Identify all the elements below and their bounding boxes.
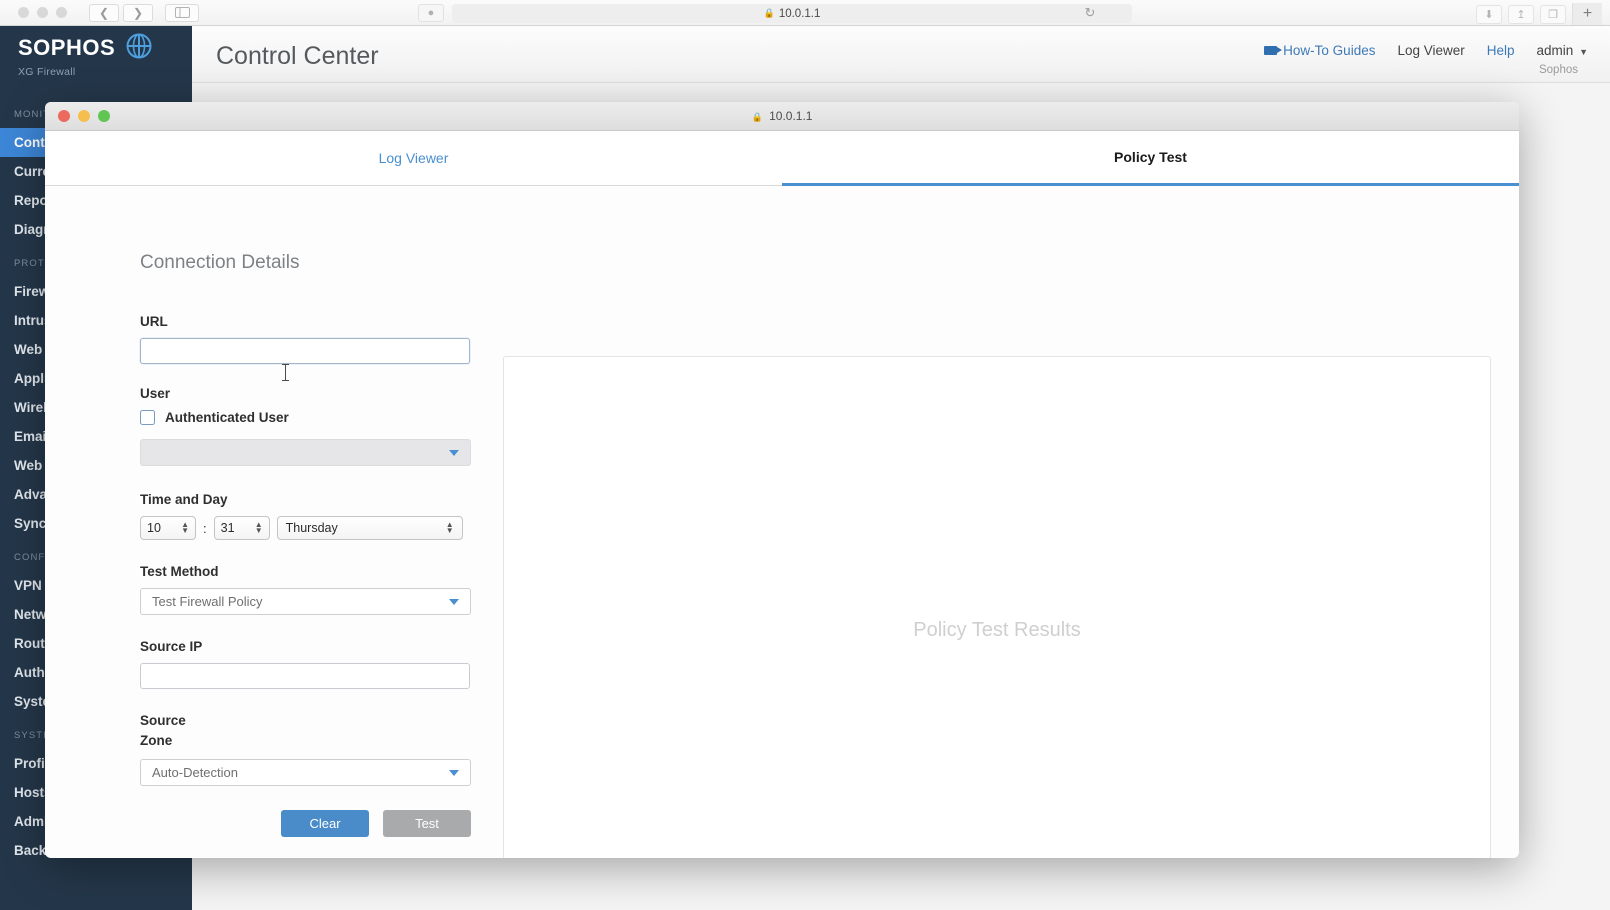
- minute-value: 31: [221, 521, 235, 535]
- browser-minimize-button[interactable]: [37, 7, 48, 18]
- admin-label: admin: [1537, 43, 1574, 58]
- source-ip-input[interactable]: [140, 663, 470, 689]
- download-icon[interactable]: ⬇: [1476, 5, 1502, 24]
- screen-root: ❮ ❯ ● 🔒 10.0.1.1 ↻ ⬇ ↥ ❐ + SOPHOS: [0, 0, 1610, 910]
- policy-test-results-panel: Policy Test Results: [503, 356, 1491, 858]
- authenticated-user-label: Authenticated User: [165, 410, 289, 425]
- day-select[interactable]: Thursday ▲▼: [277, 516, 463, 540]
- forward-button[interactable]: ❯: [123, 4, 153, 22]
- connection-details-form: URL User Authenticated User Time and Day: [140, 314, 475, 837]
- modal-titlebar: 🔒 10.0.1.1: [45, 102, 1519, 131]
- how-to-guides-link[interactable]: How-To Guides: [1264, 43, 1375, 58]
- how-to-guides-label: How-To Guides: [1283, 43, 1375, 58]
- modal-address: 🔒 10.0.1.1: [45, 109, 1519, 123]
- results-placeholder: Policy Test Results: [913, 619, 1080, 642]
- stepper-arrows-icon: ▲▼: [255, 523, 263, 534]
- app-topbar: SOPHOS XG Firewall Control Center: [0, 26, 1610, 83]
- log-viewer-link[interactable]: Log Viewer: [1397, 43, 1464, 58]
- top-navigation: How-To Guides Log Viewer Help admin ▼: [1264, 43, 1588, 58]
- page-title: Control Center: [216, 42, 379, 71]
- new-tab-button[interactable]: +: [1572, 3, 1602, 25]
- address-bar-url: 10.0.1.1: [779, 8, 821, 20]
- admin-menu[interactable]: admin ▼: [1537, 43, 1588, 58]
- browser-toolbar: ❮ ❯ ● 🔒 10.0.1.1 ↻ ⬇ ↥ ❐ +: [0, 0, 1610, 26]
- modal-body: Connection Details URL User Authenticate…: [45, 186, 1519, 857]
- authenticated-user-row[interactable]: Authenticated User: [140, 410, 475, 425]
- time-separator: :: [203, 521, 207, 536]
- brand-subtitle: XG Firewall: [18, 66, 192, 78]
- chevron-down-icon: [449, 599, 459, 605]
- browser-right-icons: ⬇ ↥ ❐ +: [1476, 3, 1602, 25]
- brand-logo: SOPHOS XG Firewall: [0, 26, 192, 83]
- authenticated-user-checkbox[interactable]: [140, 410, 155, 425]
- source-zone-select[interactable]: Auto-Detection: [140, 759, 471, 786]
- user-select[interactable]: [140, 439, 471, 466]
- browser-nav-buttons: ❮ ❯: [89, 4, 153, 22]
- browser-zoom-button[interactable]: [56, 7, 67, 18]
- modal-tabbar: Log Viewer Policy Test: [45, 131, 1519, 186]
- sidebar-toggle-icon[interactable]: [165, 4, 199, 22]
- test-method-select[interactable]: Test Firewall Policy: [140, 588, 471, 615]
- tab-overview-icon[interactable]: ❐: [1540, 5, 1566, 24]
- form-actions: Clear Test: [140, 810, 471, 837]
- share-icon[interactable]: ↥: [1508, 5, 1534, 24]
- hour-stepper[interactable]: 10 ▲▼: [140, 516, 196, 540]
- tab-log-viewer[interactable]: Log Viewer: [45, 131, 782, 186]
- clear-button[interactable]: Clear: [281, 810, 369, 837]
- url-input[interactable]: [140, 338, 470, 364]
- hour-value: 10: [147, 521, 161, 535]
- policy-test-window: 🔒 10.0.1.1 Log Viewer Policy Test Connec…: [45, 102, 1519, 858]
- source-zone-label: Source Zone: [140, 711, 475, 750]
- back-button[interactable]: ❮: [89, 4, 119, 22]
- source-zone-label-line2: Zone: [140, 731, 475, 751]
- text-cursor-icon: [285, 364, 286, 381]
- browser-close-button[interactable]: [18, 7, 29, 18]
- reload-icon[interactable]: ↻: [1080, 3, 1100, 23]
- source-zone-value: Auto-Detection: [152, 765, 238, 780]
- minute-stepper[interactable]: 31 ▲▼: [214, 516, 270, 540]
- chevron-down-icon: [449, 770, 459, 776]
- help-link[interactable]: Help: [1487, 43, 1515, 58]
- day-value: Thursday: [286, 521, 338, 535]
- source-ip-label: Source IP: [140, 639, 475, 654]
- shield-icon[interactable]: ●: [418, 4, 444, 22]
- time-and-day-label: Time and Day: [140, 492, 475, 507]
- chevron-down-icon: ▼: [1579, 47, 1588, 57]
- source-zone-label-line1: Source: [140, 711, 475, 731]
- org-label: Sophos: [1539, 64, 1578, 76]
- test-button[interactable]: Test: [383, 810, 471, 837]
- stepper-arrows-icon: ▲▼: [446, 523, 454, 534]
- modal-url-text: 10.0.1.1: [769, 109, 812, 123]
- chevron-down-icon: [449, 450, 459, 456]
- browser-traffic-lights: [18, 7, 67, 18]
- lock-icon: 🔒: [764, 8, 775, 19]
- time-and-day-row: 10 ▲▼ : 31 ▲▼ Thursday ▲▼: [140, 516, 475, 540]
- brand-name: SOPHOS: [18, 35, 115, 61]
- user-label: User: [140, 386, 475, 401]
- sophos-app: SOPHOS XG Firewall Control Center: [0, 26, 1610, 910]
- url-label: URL: [140, 314, 475, 329]
- video-camera-icon: [1264, 46, 1277, 55]
- lock-icon: 🔒: [752, 112, 763, 122]
- connection-details-heading: Connection Details: [140, 252, 299, 274]
- test-method-value: Test Firewall Policy: [152, 594, 263, 609]
- address-bar[interactable]: 🔒 10.0.1.1: [452, 4, 1132, 23]
- stepper-arrows-icon: ▲▼: [181, 523, 189, 534]
- globe-icon: [125, 32, 153, 65]
- test-method-label: Test Method: [140, 564, 475, 579]
- tab-policy-test[interactable]: Policy Test: [782, 131, 1519, 186]
